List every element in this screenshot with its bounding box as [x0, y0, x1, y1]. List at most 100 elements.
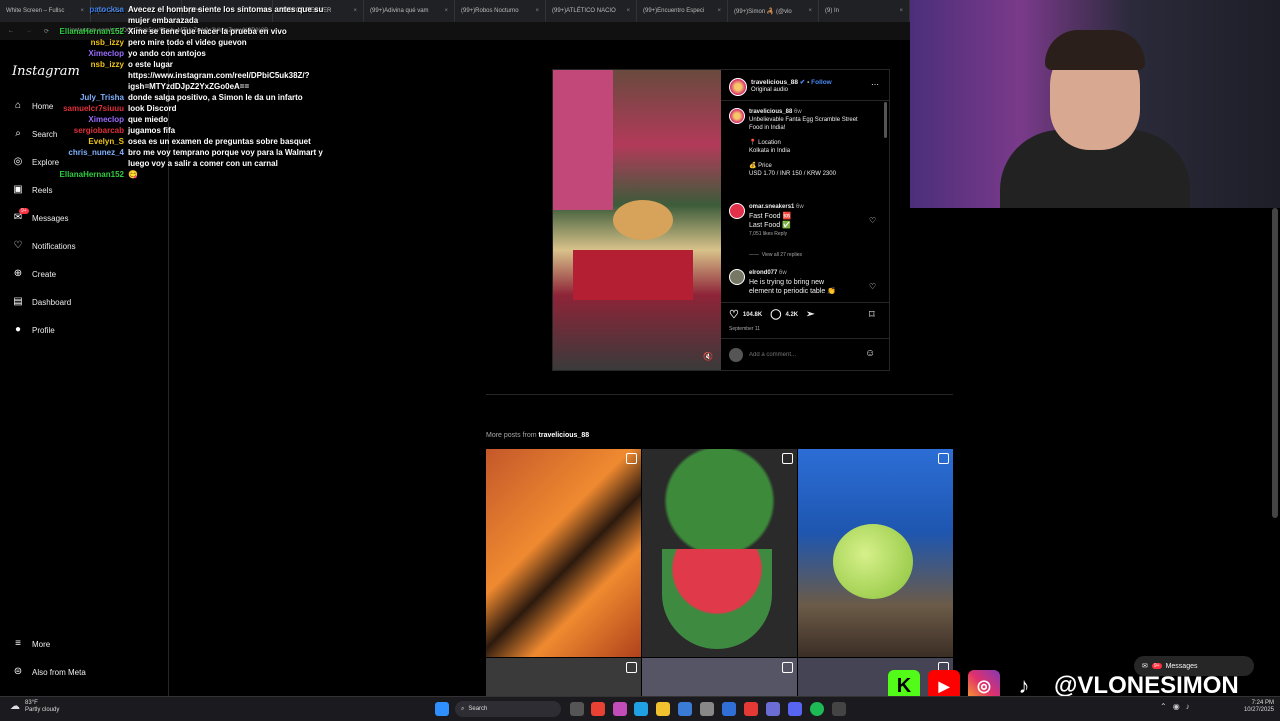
teams-icon[interactable] [766, 702, 780, 716]
grid-thumbnail-watermelon[interactable] [642, 449, 797, 657]
scrollbar[interactable] [884, 102, 887, 138]
chat-username[interactable]: Ximeclop [0, 48, 124, 59]
close-tab-icon[interactable]: × [808, 8, 812, 14]
chat-username[interactable]: July_Trisha [0, 92, 124, 103]
chat-text: o este lugar [128, 60, 173, 69]
like-comment-icon[interactable]: ♡ [869, 282, 876, 291]
close-tab-icon[interactable]: × [353, 8, 357, 14]
comment-meta[interactable]: 7,051 likes Reply [749, 230, 869, 239]
store-icon[interactable] [722, 702, 736, 716]
view-replies-link[interactable]: —— View all 27 replies [749, 252, 802, 258]
grid-thumbnail[interactable] [486, 658, 641, 696]
chat-username[interactable]: samuelcr7siuuu [0, 103, 124, 114]
browser-tab-label: (99+)Encuentro Especi [643, 8, 705, 14]
app-icon[interactable] [613, 702, 627, 716]
sidebar-item-create[interactable]: ⊕ Create [12, 268, 56, 280]
reel-video[interactable]: 🔇 [553, 70, 721, 370]
chat-username[interactable]: EllanaHernan152 [0, 169, 124, 180]
like-icon[interactable]: ♡ [729, 308, 739, 321]
comment-username[interactable]: elrond077 [749, 270, 777, 276]
spotify-icon[interactable] [810, 702, 824, 716]
browser-tab[interactable]: (99+)Adivina qué vam × [364, 0, 455, 22]
sidebar-item-label: Dashboard [32, 297, 72, 307]
chat-username[interactable]: sergiobarcab [0, 125, 124, 136]
comment-username[interactable]: omar.sneakers1 [749, 204, 794, 210]
share-icon[interactable]: ➢ [806, 309, 814, 320]
chat-username[interactable]: nsb_izzy [0, 37, 124, 48]
weather-temp[interactable]: 83°F [25, 700, 59, 707]
close-tab-icon[interactable]: × [535, 8, 539, 14]
chat-text: luego voy a salir a comer con un carnal [128, 159, 278, 168]
stream-chat-overlay: patocksa Avecez el hombre siente los sínt… [0, 4, 340, 180]
weather-desc[interactable]: Partly cloudy [25, 707, 59, 714]
chat-username[interactable]: patocksa [0, 4, 124, 15]
edge-icon[interactable] [634, 702, 648, 716]
sidebar-item-notifications[interactable]: ♡ Notifications [12, 240, 76, 252]
page-scrollbar[interactable] [1272, 208, 1278, 518]
system-tray-icons[interactable]: ⌃◉♪ [1160, 702, 1196, 711]
browser-tab[interactable]: (99+)Encuentro Especi × [637, 0, 728, 22]
chrome-icon[interactable] [591, 702, 605, 716]
follow-button[interactable]: Follow [811, 79, 832, 86]
browser-tab[interactable]: (99+)Simon 🦂 (@vlo × [728, 0, 819, 22]
chat-message: samuelcr7siuuu look Discord [0, 103, 340, 114]
avatar[interactable] [729, 203, 745, 219]
file-explorer-icon[interactable] [656, 702, 670, 716]
task-view-icon[interactable] [570, 702, 584, 716]
close-tab-icon[interactable]: × [444, 8, 448, 14]
clock-date[interactable]: 10/27/2025 [1238, 707, 1274, 714]
sidebar-item-messages[interactable]: ✉ Messages 9+ [12, 208, 68, 224]
avatar[interactable] [729, 269, 745, 285]
emoji-icon[interactable]: ☺ [865, 348, 875, 359]
grid-thumbnail-papaya[interactable] [486, 449, 641, 657]
taskbar-search[interactable]: ⌕ Search [455, 701, 561, 717]
sidebar-item-profile[interactable]: ● Profile [12, 324, 55, 336]
sidebar-item-dashboard[interactable]: ▤ Dashboard [12, 296, 71, 308]
grid-thumbnail-coconut[interactable] [798, 449, 953, 657]
chat-username[interactable]: Evelyn_S [0, 136, 124, 147]
chat-text: igsh=MTYzdDJpZ2YxZGo0eA== [128, 82, 250, 91]
app-icon[interactable] [744, 702, 758, 716]
grid-thumbnail[interactable] [642, 658, 797, 696]
audio-label[interactable]: Original audio [751, 87, 788, 93]
more-posts-username[interactable]: travelicious_88 [539, 432, 590, 439]
chat-username[interactable]: EllanaHernan152 [0, 26, 124, 37]
chat-username[interactable]: Ximeclop [0, 114, 124, 125]
reel-icon [938, 453, 949, 464]
close-tab-icon[interactable]: × [717, 8, 721, 14]
post-date[interactable]: September 11 [729, 326, 760, 332]
caption-username[interactable]: travelicious_88 [749, 109, 792, 115]
avatar[interactable] [729, 78, 747, 96]
caption-line: USD 1.70 / INR 150 / KRW 2300 [749, 171, 836, 177]
sidebar-item-more[interactable]: ≡ More [12, 638, 50, 650]
sidebar-item-reels[interactable]: ▣ Reels [12, 184, 52, 196]
post-username[interactable]: travelicious_88 [751, 79, 798, 86]
browser-tab[interactable]: (99+)ATLÉTICO NACIO × [546, 0, 637, 22]
comment-icon[interactable]: ◯ [770, 309, 781, 320]
sidebar-item-also-from-meta[interactable]: ⊜ Also from Meta [12, 666, 86, 678]
browser-tab-label: (99+)Adivina qué vam [370, 8, 429, 14]
more-options-icon[interactable]: ⋯ [871, 80, 879, 89]
clock-time[interactable]: 7:24 PM [1238, 700, 1274, 707]
bookmark-icon[interactable]: ⌑ [869, 308, 875, 321]
chat-text: look Discord [128, 104, 177, 113]
avatar[interactable] [729, 108, 745, 124]
start-icon[interactable] [435, 702, 449, 716]
chat-message: Ximeclop que miedo [0, 114, 340, 125]
discord-icon[interactable] [788, 702, 802, 716]
mute-icon[interactable]: 🔇 [703, 352, 713, 361]
close-tab-icon[interactable]: × [626, 8, 630, 14]
add-comment-input[interactable] [749, 349, 859, 361]
browser-tab[interactable]: (99+)Robos Nocturno × [455, 0, 546, 22]
app-icon[interactable] [700, 702, 714, 716]
close-tab-icon[interactable]: × [899, 8, 903, 14]
mail-icon[interactable] [678, 702, 692, 716]
browser-tab-label: (99+)ATLÉTICO NACIO [552, 8, 616, 14]
chat-username[interactable]: chris_nunez_4 [0, 147, 124, 158]
like-comment-icon[interactable]: ♡ [869, 216, 876, 225]
weather-icon[interactable]: ☁ [10, 701, 20, 712]
app-icon[interactable] [832, 702, 846, 716]
browser-tab[interactable]: (9) In × [819, 0, 910, 22]
like-count[interactable]: 104.8K [743, 312, 762, 318]
chat-username[interactable]: nsb_izzy [0, 59, 124, 70]
